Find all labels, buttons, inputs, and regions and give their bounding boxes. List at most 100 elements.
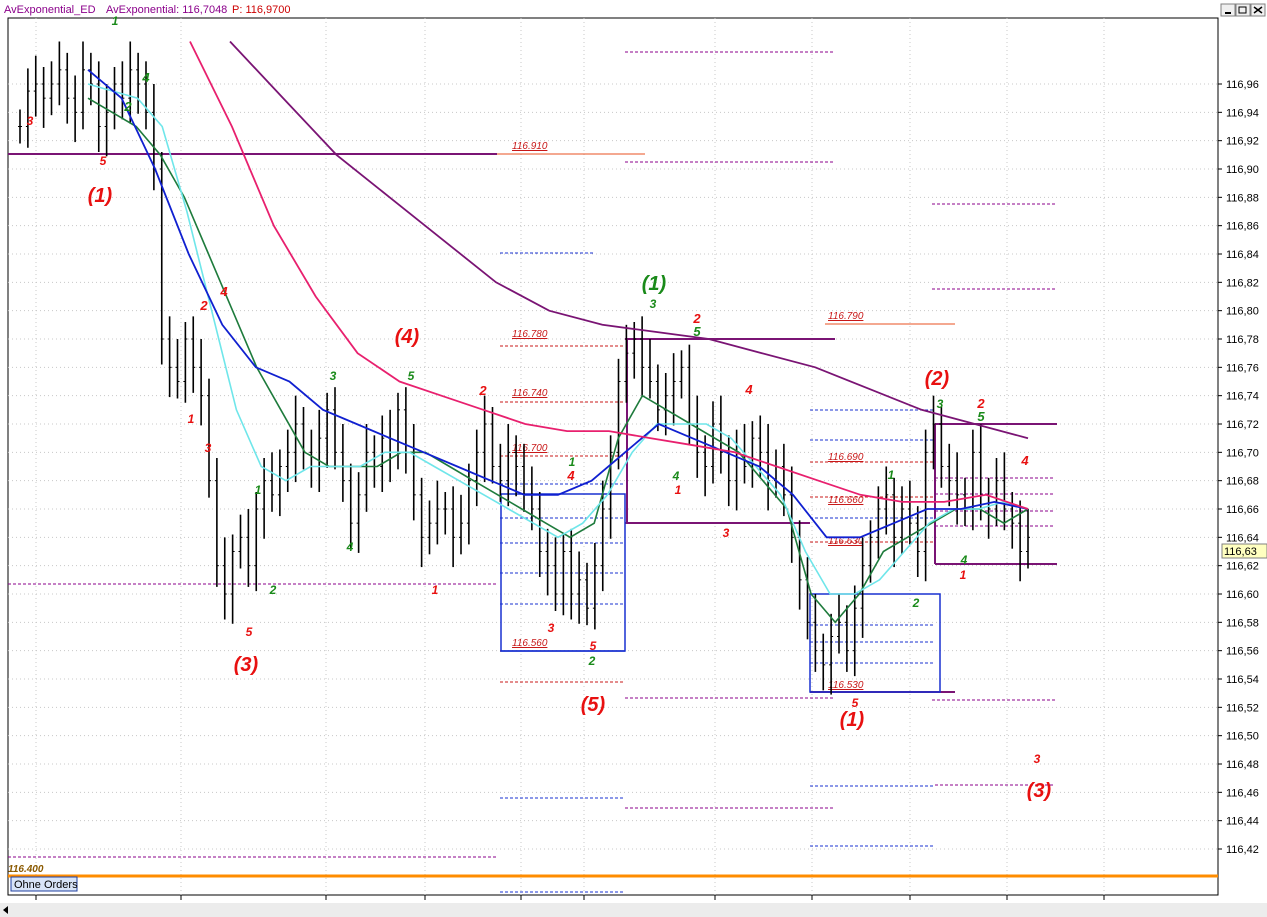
wave-label-red: 1 bbox=[188, 412, 195, 426]
price-tick-label: 116,88 bbox=[1226, 192, 1259, 204]
price-tick-label: 116,44 bbox=[1226, 816, 1259, 828]
price-tick-label: 116,60 bbox=[1226, 589, 1259, 601]
price-tick-label: 116,94 bbox=[1226, 107, 1259, 119]
level-label: 116.660 bbox=[828, 495, 864, 506]
wave-label-red: (4) bbox=[395, 326, 420, 348]
price-tick-label: 116,48 bbox=[1226, 759, 1259, 771]
wave-label-green: 2 bbox=[123, 99, 132, 114]
wave-label-red: 2 bbox=[478, 383, 487, 398]
orders-button[interactable]: Ohne Orders bbox=[10, 876, 78, 892]
level-label: 116.530 bbox=[828, 680, 864, 691]
wave-label-green: 4 bbox=[672, 469, 680, 483]
price-tick-label: 116,96 bbox=[1226, 79, 1259, 91]
level-label: 116.560 bbox=[512, 638, 548, 649]
wave-label-red: 3 bbox=[1034, 752, 1041, 766]
price-chart[interactable]: AvExponential_ED AvExponential: 116,7048… bbox=[0, 0, 1267, 917]
price-tick-label: 116,84 bbox=[1226, 249, 1259, 261]
price-value: P: 116,9700 bbox=[232, 4, 291, 16]
wave-label-green: 2 bbox=[269, 583, 277, 597]
wave-label-green: 5 bbox=[408, 369, 415, 383]
wave-label-red: 4 bbox=[566, 468, 575, 483]
wave-label-green: 1 bbox=[112, 14, 119, 28]
price-tick-label: 116,68 bbox=[1226, 476, 1259, 488]
wave-label-red: 4 bbox=[744, 382, 753, 397]
level-label: 116.790 bbox=[828, 311, 864, 322]
price-tick-label: 116,46 bbox=[1226, 787, 1259, 799]
price-tick-label: 116,64 bbox=[1226, 532, 1259, 544]
price-tick-label: 116,86 bbox=[1226, 221, 1259, 233]
wave-label-red: 5 bbox=[852, 696, 859, 710]
price-tick-label: 116,56 bbox=[1226, 646, 1259, 658]
wave-label-red: 1 bbox=[675, 483, 682, 497]
minimize-button[interactable] bbox=[1220, 3, 1236, 17]
wave-label-green: 1 bbox=[255, 483, 262, 497]
price-tick-label: 116,42 bbox=[1226, 844, 1259, 856]
price-tick-label: 116,74 bbox=[1226, 391, 1259, 403]
wave-label-green: 1 bbox=[569, 455, 576, 469]
level-label: 116.690 bbox=[828, 452, 864, 463]
wave-label-red: 3 bbox=[27, 114, 34, 128]
price-tick-label: 116,76 bbox=[1226, 362, 1259, 374]
price-tick-label: 116,78 bbox=[1226, 334, 1259, 346]
wave-label-red: 3 bbox=[205, 441, 212, 455]
price-tick-label: 116,92 bbox=[1226, 136, 1259, 148]
close-button[interactable] bbox=[1250, 3, 1266, 17]
wave-label-red: (3) bbox=[1027, 780, 1052, 802]
indicator-name: AvExponential_ED bbox=[4, 4, 96, 16]
level-label: 116.740 bbox=[512, 388, 548, 399]
current-price-tag: 116,63 bbox=[1221, 543, 1267, 559]
level-label: 116.780 bbox=[512, 329, 548, 340]
wave-label-red: (1) bbox=[88, 185, 113, 207]
wave-label-red: (2) bbox=[925, 368, 950, 390]
wave-label-red: 5 bbox=[590, 639, 597, 653]
wave-label-red: (1) bbox=[840, 709, 865, 731]
wave-label-green: 3 bbox=[650, 297, 657, 311]
wave-label-green: 3 bbox=[937, 397, 944, 411]
wave-label-green: 4 bbox=[346, 540, 354, 554]
wave-label-red: (5) bbox=[581, 694, 606, 716]
wave-label-red: 1 bbox=[960, 568, 967, 582]
wave-label-green: 5 bbox=[977, 409, 985, 424]
chart-background bbox=[0, 0, 1267, 917]
wave-label-red: 3 bbox=[723, 526, 730, 540]
price-tick-label: 116,54 bbox=[1226, 674, 1259, 686]
price-tick-label: 116,50 bbox=[1226, 731, 1259, 743]
price-tick-label: 116,70 bbox=[1226, 447, 1259, 459]
wave-label-red: 4 bbox=[219, 284, 228, 299]
price-tick-label: 116,58 bbox=[1226, 617, 1259, 629]
level-label: 116.910 bbox=[512, 141, 548, 152]
wave-label-green: 3 bbox=[330, 369, 337, 383]
price-tick-label: 116,80 bbox=[1226, 306, 1259, 318]
wave-label-green: 4 bbox=[141, 70, 150, 85]
horizontal-scrollbar[interactable] bbox=[0, 903, 1267, 917]
restore-button-frame bbox=[1235, 3, 1251, 17]
price-tick-label: 116,52 bbox=[1226, 702, 1259, 714]
wave-label-red: 5 bbox=[246, 625, 253, 639]
price-tick-label: 116,62 bbox=[1226, 561, 1259, 573]
price-tick-label: 116,66 bbox=[1226, 504, 1259, 516]
indicator-value: AvExponential: 116,7048 bbox=[106, 4, 227, 16]
orders-button-label: Ohne Orders bbox=[14, 879, 78, 891]
window-buttons bbox=[1220, 3, 1266, 17]
wave-label-green: (1) bbox=[642, 273, 667, 295]
wave-label-red: 5 bbox=[100, 154, 107, 168]
level-label: 116.700 bbox=[512, 443, 548, 454]
wave-label-green: 2 bbox=[588, 654, 596, 668]
current-price-value: 116,63 bbox=[1224, 546, 1257, 558]
price-tick-label: 116,82 bbox=[1226, 277, 1259, 289]
price-tick-label: 116,72 bbox=[1226, 419, 1259, 431]
restore-button[interactable] bbox=[1235, 3, 1251, 17]
wave-label-red: 3 bbox=[548, 621, 555, 635]
wave-label-green: 4 bbox=[960, 553, 968, 567]
support-level-label: 116.400 bbox=[8, 864, 44, 875]
wave-label-green: 2 bbox=[912, 596, 920, 610]
wave-label-red: (3) bbox=[234, 654, 259, 676]
wave-label-red: 1 bbox=[432, 583, 439, 597]
wave-label-green: 5 bbox=[693, 324, 701, 339]
price-tick-label: 116,90 bbox=[1226, 164, 1259, 176]
wave-label-red: 4 bbox=[1020, 453, 1029, 468]
chart-header: AvExponential_ED AvExponential: 116,7048… bbox=[4, 4, 291, 16]
wave-label-red: 2 bbox=[199, 298, 208, 313]
minimize-button-frame bbox=[1220, 3, 1236, 17]
wave-label-green: 1 bbox=[888, 468, 895, 482]
